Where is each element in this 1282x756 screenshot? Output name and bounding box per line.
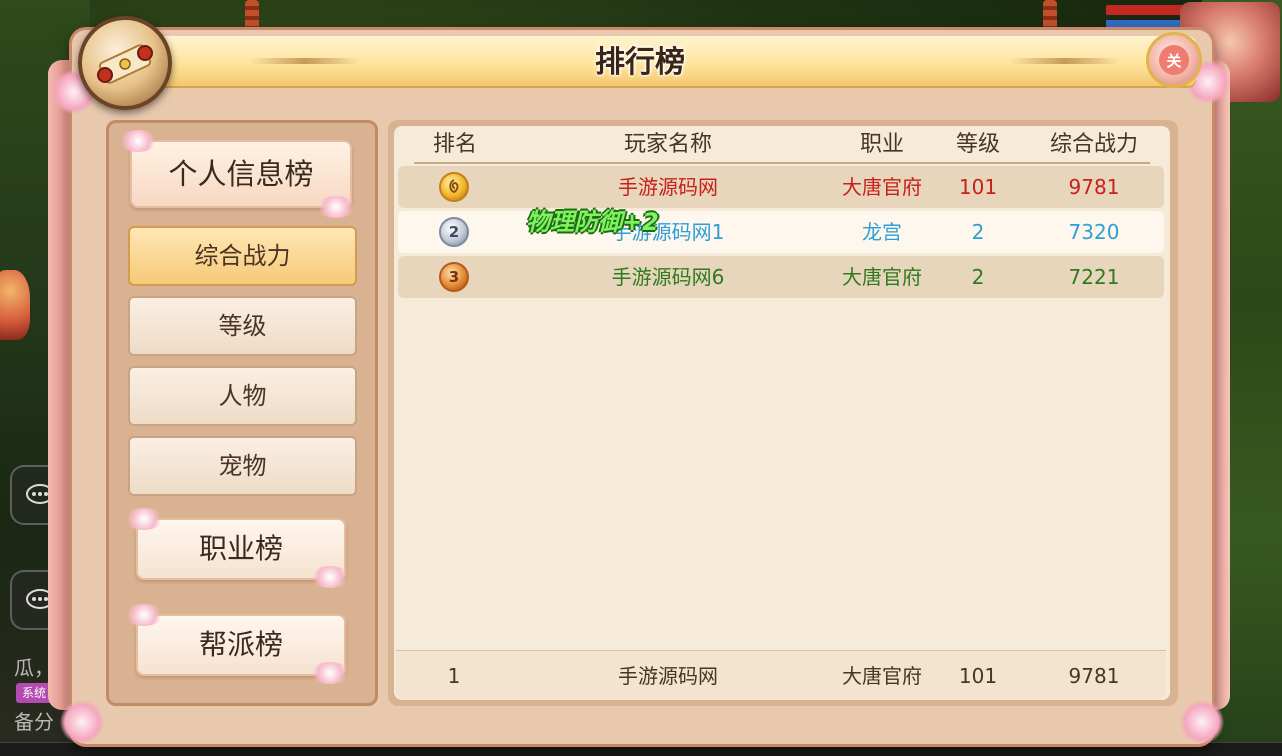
dialog-title: 排行榜 <box>595 45 685 80</box>
gold-medal-icon <box>439 172 469 202</box>
chat-message-line: 备分 <box>14 710 54 734</box>
subtab-character[interactable]: 人物 <box>128 366 357 426</box>
header-level: 等级 <box>955 132 1000 157</box>
bottom-toolbar <box>0 742 1282 756</box>
title-ornament-right <box>1010 58 1120 64</box>
my-job: 大唐官府 <box>842 664 922 688</box>
subtab-level[interactable]: 等级 <box>128 296 357 356</box>
blossom-decoration <box>118 130 158 152</box>
mascot-character[interactable] <box>0 270 30 340</box>
player-level: 2 <box>971 220 985 244</box>
hp-bar <box>1105 4 1185 16</box>
blossom-decoration <box>1180 700 1224 744</box>
header-combat-power: 综合战力 <box>1049 132 1138 157</box>
header-divider <box>414 162 1150 164</box>
subtab-combat-power[interactable]: 综合战力 <box>128 226 357 286</box>
my-level: 101 <box>958 664 998 688</box>
blossom-decoration <box>60 700 104 744</box>
title-ornament-left <box>250 58 360 64</box>
floating-buff-text: 物理防御+2 <box>526 208 659 236</box>
player-power: 7320 <box>1068 220 1120 244</box>
system-tag: 系统 <box>16 683 53 703</box>
my-power: 9781 <box>1068 664 1120 688</box>
player-job: 大唐官府 <box>842 265 922 289</box>
blossom-decoration <box>124 508 164 530</box>
player-power: 7221 <box>1068 265 1120 289</box>
header-player-name: 玩家名称 <box>623 132 712 157</box>
blossom-decoration <box>124 604 164 626</box>
blossom-decoration <box>310 662 350 684</box>
player-name: 手游源码网6 <box>611 265 725 289</box>
close-icon: 关 <box>1159 45 1189 75</box>
subtab-pet[interactable]: 宠物 <box>128 436 357 496</box>
scroll-emblem-icon <box>78 16 172 110</box>
header-rank: 排名 <box>432 132 477 157</box>
close-button[interactable]: 关 <box>1146 32 1202 88</box>
blossom-decoration <box>310 566 350 588</box>
player-job: 大唐官府 <box>842 175 922 199</box>
silver-medal-icon: 2 <box>439 217 469 247</box>
blossom-decoration <box>316 196 356 218</box>
my-rank: 1 <box>447 664 461 688</box>
player-level: 101 <box>958 175 998 199</box>
player-job: 龙宫 <box>862 220 902 244</box>
player-power: 9781 <box>1068 175 1120 199</box>
category-personal-ranking[interactable]: 个人信息榜 <box>130 140 352 208</box>
bronze-medal-icon: 3 <box>439 262 469 292</box>
player-level: 2 <box>971 265 985 289</box>
my-name: 手游源码网 <box>618 664 718 688</box>
header-job: 职业 <box>859 132 904 157</box>
